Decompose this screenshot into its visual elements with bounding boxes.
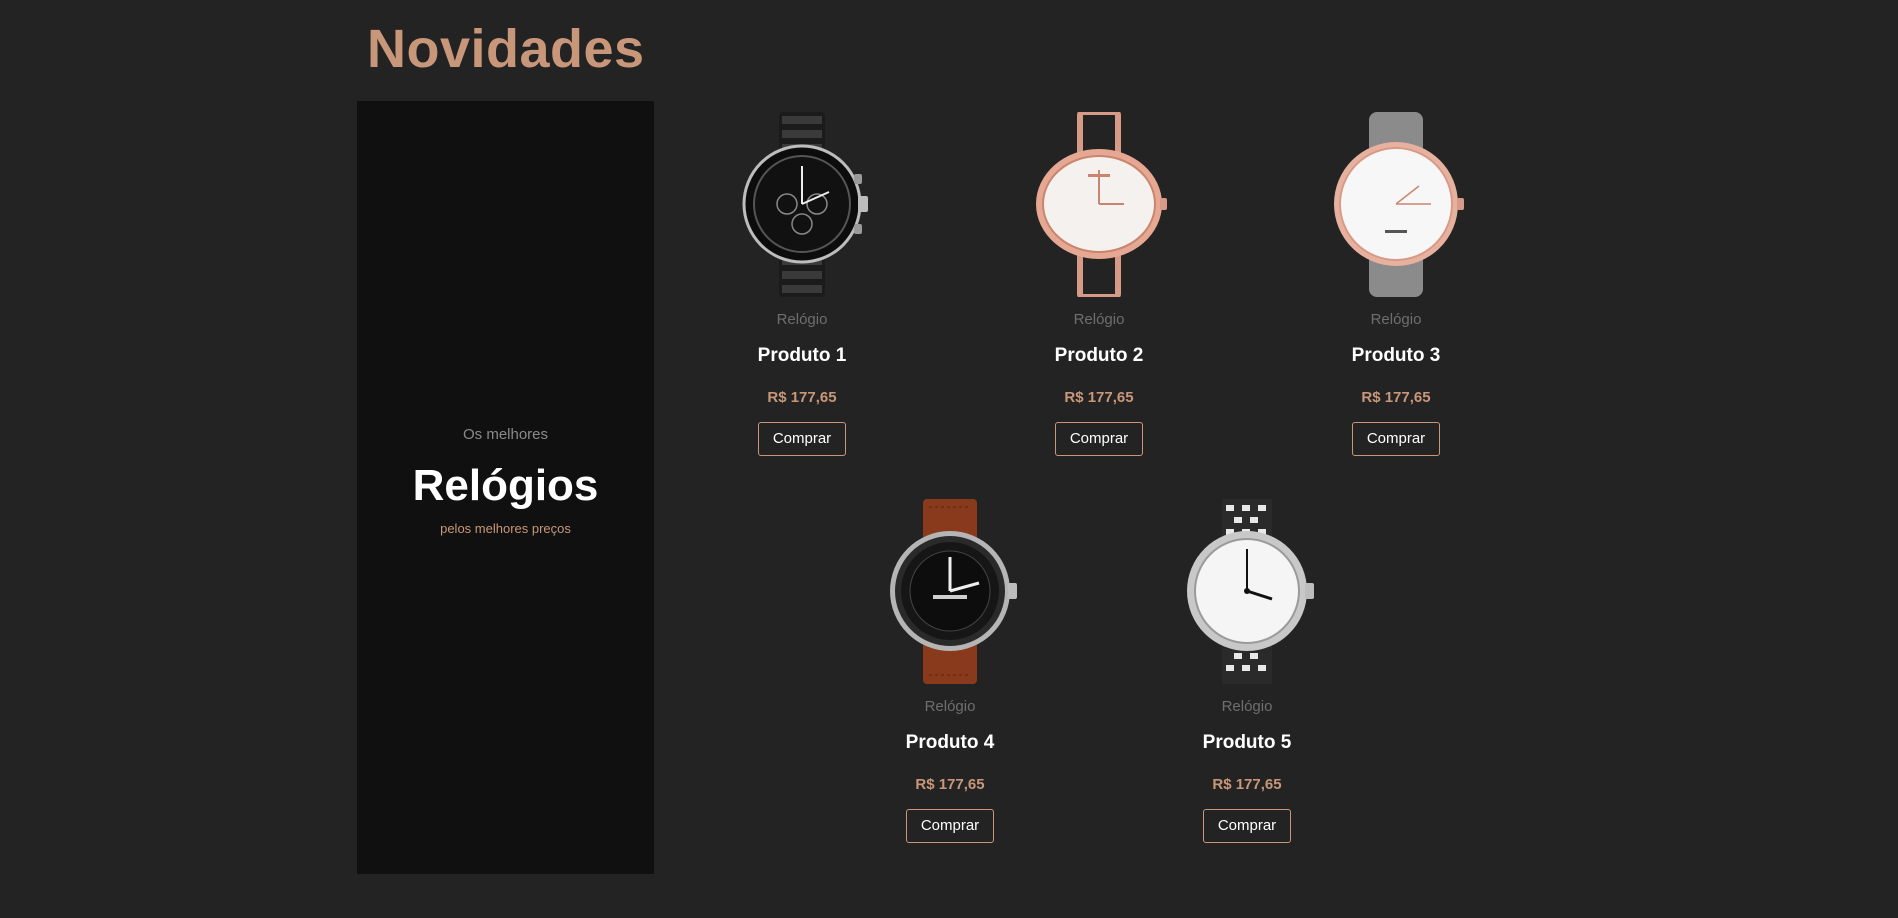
- buy-button[interactable]: Comprar: [1055, 422, 1143, 456]
- product-price: R$ 177,65: [1064, 389, 1134, 406]
- buy-button[interactable]: Comprar: [1352, 422, 1440, 456]
- product-name[interactable]: Produto 5: [1127, 732, 1367, 754]
- promo-banner[interactable]: Os melhores Relógios pelos melhores preç…: [357, 101, 654, 874]
- product-category: Relógio: [776, 311, 828, 328]
- buy-button[interactable]: Comprar: [758, 422, 846, 456]
- product-price: R$ 177,65: [1212, 776, 1282, 793]
- product-name[interactable]: Produto 3: [1276, 345, 1516, 367]
- product-name[interactable]: Produto 4: [830, 732, 1070, 754]
- product-card: Relógio Produto 2 R$ 177,65 Comprar: [979, 112, 1219, 456]
- product-price: R$ 177,65: [915, 776, 985, 793]
- product-card: Relógio Produto 3 R$ 177,65 Comprar: [1276, 112, 1516, 456]
- product-image-rose-gold-grey-strap-watch[interactable]: [1321, 112, 1471, 297]
- promo-title: Relógios: [412, 461, 599, 510]
- product-category: Relógio: [1370, 311, 1422, 328]
- promo-pretitle: Os melhores: [462, 426, 549, 443]
- product-image-white-dial-houndstooth-watch[interactable]: [1172, 499, 1322, 684]
- product-category: Relógio: [1073, 311, 1125, 328]
- product-image-black-chronograph-watch[interactable]: [727, 112, 877, 297]
- product-card: Relógio Produto 4 R$ 177,65 Comprar: [830, 499, 1070, 843]
- product-card: Relógio Produto 1 R$ 177,65 Comprar: [682, 112, 922, 456]
- product-category: Relógio: [1221, 698, 1273, 715]
- product-category: Relógio: [924, 698, 976, 715]
- promo-subtitle: pelos melhores preços: [440, 521, 571, 536]
- product-name[interactable]: Produto 1: [682, 345, 922, 367]
- page-title: Novidades: [367, 19, 645, 79]
- buy-button[interactable]: Comprar: [1203, 809, 1291, 843]
- buy-button[interactable]: Comprar: [906, 809, 994, 843]
- product-price: R$ 177,65: [767, 389, 837, 406]
- product-image-rose-gold-oval-watch[interactable]: [1024, 112, 1174, 297]
- product-name[interactable]: Produto 2: [979, 345, 1219, 367]
- product-image-diver-brown-leather-watch[interactable]: [875, 499, 1025, 684]
- product-price: R$ 177,65: [1361, 389, 1431, 406]
- product-card: Relógio Produto 5 R$ 177,65 Comprar: [1127, 499, 1367, 843]
